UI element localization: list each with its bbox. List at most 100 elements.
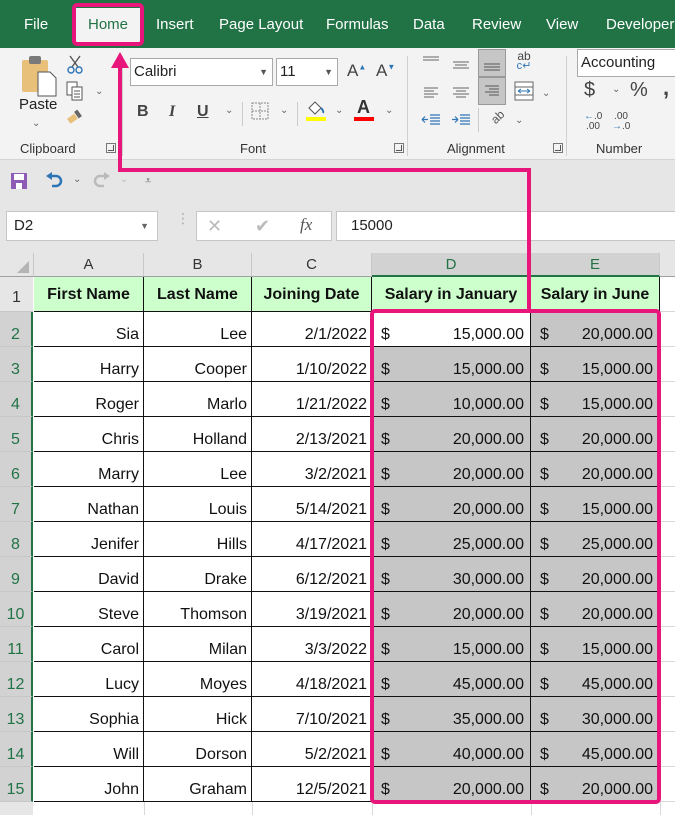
column-header-f[interactable] [660, 253, 675, 277]
last-name-cell[interactable]: Graham [144, 767, 252, 802]
first-name-cell[interactable]: Jenifer [34, 522, 144, 557]
salary-january-cell[interactable]: $30,000.00 [372, 557, 531, 592]
italic-button[interactable]: I [169, 103, 175, 121]
tab-developer[interactable]: Developer [606, 8, 674, 42]
header-cell-joining-date[interactable]: Joining Date [252, 277, 372, 312]
decrease-font-size-button[interactable]: A▼ [376, 61, 395, 81]
salary-january-cell[interactable]: $10,000.00 [372, 382, 531, 417]
column-header-e[interactable]: E [531, 253, 660, 277]
font-color-dropdown[interactable]: ⌄ [385, 105, 393, 116]
header-cell-salary-june[interactable]: Salary in June [531, 277, 660, 312]
formula-input[interactable]: 15000 [336, 211, 675, 241]
first-name-cell[interactable]: David [34, 557, 144, 592]
salary-january-cell[interactable]: $35,000.00 [372, 697, 531, 732]
row-header[interactable]: 11 [0, 627, 33, 662]
increase-decimal-button[interactable]: ←.0.00 [584, 112, 602, 132]
tab-data[interactable]: Data [413, 8, 445, 42]
orientation-dropdown[interactable]: ⌄ [515, 115, 523, 126]
borders-dropdown[interactable]: ⌄ [280, 105, 288, 116]
decrease-decimal-button[interactable]: .00 →.0 [612, 112, 630, 132]
customize-qat-icon[interactable]: ⩡ [145, 175, 151, 188]
bold-button[interactable]: B [137, 103, 149, 121]
number-format-select[interactable]: Accounting ▼ [577, 49, 675, 77]
salary-june-cell[interactable]: $45,000.00 [531, 732, 660, 767]
last-name-cell[interactable]: Hills [144, 522, 252, 557]
tab-view[interactable]: View [546, 8, 578, 42]
salary-january-cell[interactable]: $15,000.00 [372, 312, 531, 347]
salary-june-cell[interactable]: $45,000.00 [531, 662, 660, 697]
font-name-select[interactable]: Calibri ▼ [130, 58, 273, 86]
paste-button[interactable] [18, 54, 58, 98]
joining-date-cell[interactable]: 3/19/2021 [252, 592, 372, 627]
redo-button[interactable] [92, 171, 112, 189]
decrease-indent-button[interactable] [420, 110, 442, 130]
cancel-entry-icon[interactable]: ✕ [207, 216, 222, 237]
increase-font-size-button[interactable]: A▲ [347, 61, 366, 81]
insert-function-button[interactable]: fx [300, 215, 312, 235]
salary-january-cell[interactable]: $25,000.00 [372, 522, 531, 557]
joining-date-cell[interactable]: 4/18/2021 [252, 662, 372, 697]
salary-june-cell[interactable]: $20,000.00 [531, 417, 660, 452]
redo-dropdown[interactable]: ⌄ [120, 174, 128, 185]
joining-date-cell[interactable]: 4/17/2021 [252, 522, 372, 557]
tab-home[interactable]: Home [76, 8, 141, 42]
tab-page-layout[interactable]: Page Layout [219, 8, 303, 42]
last-name-cell[interactable]: Marlo [144, 382, 252, 417]
column-header-a[interactable]: A [34, 253, 144, 277]
salary-june-cell[interactable]: $15,000.00 [531, 627, 660, 662]
salary-june-cell[interactable]: $25,000.00 [531, 522, 660, 557]
bottom-align-button[interactable] [478, 49, 506, 77]
undo-button[interactable] [44, 171, 64, 189]
row-header[interactable]: 5 [0, 417, 33, 452]
paste-dropdown[interactable]: ⌄ [32, 118, 40, 129]
first-name-cell[interactable]: Sophia [34, 697, 144, 732]
comma-style-button[interactable]: , [663, 75, 669, 101]
last-name-cell[interactable]: Lee [144, 312, 252, 347]
row-header[interactable]: 8 [0, 522, 33, 557]
row-header[interactable]: 13 [0, 697, 33, 732]
joining-date-cell[interactable]: 5/2/2021 [252, 732, 372, 767]
tab-formulas[interactable]: Formulas [326, 8, 389, 42]
salary-january-cell[interactable]: $20,000.00 [372, 592, 531, 627]
salary-june-cell[interactable]: $30,000.00 [531, 697, 660, 732]
column-header-b[interactable]: B [144, 253, 252, 277]
last-name-cell[interactable]: Hick [144, 697, 252, 732]
joining-date-cell[interactable]: 2/13/2021 [252, 417, 372, 452]
salary-june-cell[interactable]: $20,000.00 [531, 452, 660, 487]
first-name-cell[interactable]: Steve [34, 592, 144, 627]
first-name-cell[interactable]: Marry [34, 452, 144, 487]
last-name-cell[interactable]: Moyes [144, 662, 252, 697]
salary-june-cell[interactable]: $20,000.00 [531, 592, 660, 627]
salary-june-cell[interactable]: $20,000.00 [531, 557, 660, 592]
name-box[interactable]: D2 ▼ [6, 211, 158, 241]
row-header[interactable]: 9 [0, 557, 33, 592]
borders-button[interactable] [251, 102, 269, 120]
header-cell-last-name[interactable]: Last Name [144, 277, 252, 312]
align-left-button[interactable] [420, 82, 442, 102]
row-header[interactable]: 2 [0, 312, 33, 347]
salary-january-cell[interactable]: $20,000.00 [372, 487, 531, 522]
salary-june-cell[interactable]: $15,000.00 [531, 347, 660, 382]
row-header[interactable] [0, 802, 33, 815]
salary-january-cell[interactable]: $20,000.00 [372, 417, 531, 452]
fill-color-button[interactable] [305, 98, 327, 122]
format-painter-button[interactable] [66, 108, 86, 126]
row-header[interactable]: 12 [0, 662, 33, 697]
last-name-cell[interactable]: Cooper [144, 347, 252, 382]
joining-date-cell[interactable]: 3/3/2022 [252, 627, 372, 662]
row-header[interactable]: 4 [0, 382, 33, 417]
first-name-cell[interactable]: Harry [34, 347, 144, 382]
salary-june-cell[interactable]: $20,000.00 [531, 767, 660, 802]
joining-date-cell[interactable]: 6/12/2021 [252, 557, 372, 592]
header-cell-salary-january[interactable]: Salary in January [372, 277, 531, 312]
salary-january-cell[interactable]: $20,000.00 [372, 767, 531, 802]
merge-center-button[interactable] [513, 80, 535, 102]
row-header[interactable]: 3 [0, 347, 33, 382]
row-header[interactable]: 1 [0, 277, 33, 312]
row-header[interactable]: 10 [0, 592, 33, 627]
underline-button[interactable]: U [197, 103, 209, 121]
header-cell-first-name[interactable]: First Name [34, 277, 144, 312]
joining-date-cell[interactable]: 12/5/2021 [252, 767, 372, 802]
first-name-cell[interactable]: John [34, 767, 144, 802]
underline-dropdown[interactable]: ⌄ [225, 105, 233, 116]
